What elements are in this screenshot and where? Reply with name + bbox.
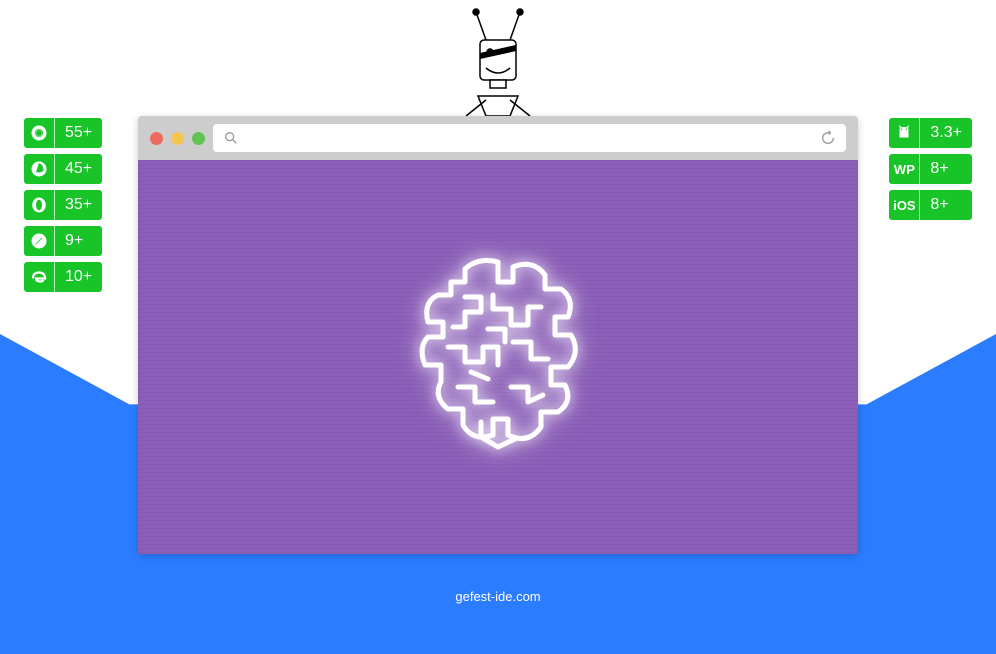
android-icon: [889, 118, 919, 148]
brain-illustration: [393, 247, 603, 467]
compat-version: 9+: [55, 226, 93, 256]
ios-label: iOS: [889, 190, 919, 220]
url-bar[interactable]: [213, 124, 846, 152]
compat-badge-ie: 10+: [24, 262, 102, 292]
compat-badge-wp: WP 8+: [889, 154, 972, 184]
footer-url[interactable]: gefest-ide.com: [455, 589, 540, 604]
close-icon[interactable]: [150, 132, 163, 145]
chrome-icon: [24, 118, 54, 148]
compat-version: 55+: [55, 118, 102, 148]
minimize-icon[interactable]: [171, 132, 184, 145]
compat-version: 35+: [55, 190, 102, 220]
compat-badge-firefox: 45+: [24, 154, 102, 184]
reload-icon[interactable]: [820, 130, 836, 146]
compat-version: 45+: [55, 154, 102, 184]
safari-icon: [24, 226, 54, 256]
browser-content-area: [138, 160, 858, 554]
wp-label: WP: [889, 154, 919, 184]
compat-badge-safari: 9+: [24, 226, 102, 256]
desktop-browser-compat-list: 55+ 45+ 35+ 9+ 10+: [24, 118, 102, 292]
browser-toolbar: [138, 116, 858, 160]
window-controls[interactable]: [150, 132, 205, 145]
search-icon: [223, 130, 239, 146]
compat-version: 8+: [920, 190, 958, 220]
opera-icon: [24, 190, 54, 220]
ie-icon: [24, 262, 54, 292]
browser-mockup: [138, 116, 858, 554]
compat-badge-opera: 35+: [24, 190, 102, 220]
compat-version: 10+: [55, 262, 102, 292]
firefox-icon: [24, 154, 54, 184]
maximize-icon[interactable]: [192, 132, 205, 145]
compat-badge-ios: iOS 8+: [889, 190, 972, 220]
robot-mascot-illustration: [438, 8, 558, 128]
mobile-platform-compat-list: 3.3+ WP 8+ iOS 8+: [889, 118, 972, 220]
compat-badge-android: 3.3+: [889, 118, 972, 148]
compat-badge-chrome: 55+: [24, 118, 102, 148]
compat-version: 3.3+: [920, 118, 972, 148]
compat-version: 8+: [920, 154, 958, 184]
